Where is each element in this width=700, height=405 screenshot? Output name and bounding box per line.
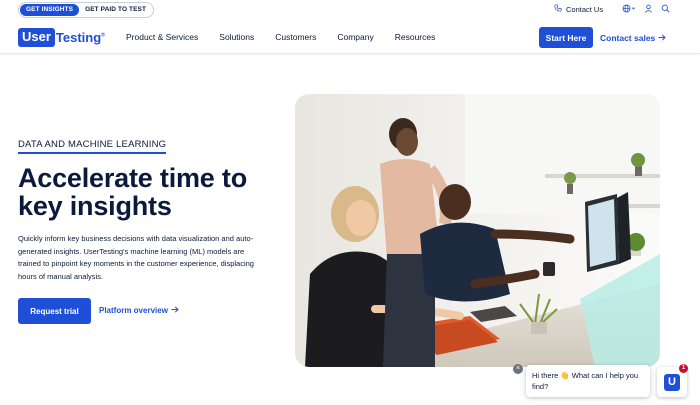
logo-wordmark: Testing® — [56, 30, 105, 45]
nav-item-product-services[interactable]: Product & Services — [126, 32, 198, 42]
hero-headline: Accelerate time to key insights — [18, 163, 247, 221]
registered-mark: ® — [101, 32, 105, 39]
search-icon[interactable] — [661, 4, 670, 13]
hero-description: Quickly inform key business decisions wi… — [18, 234, 254, 281]
chat-close-icon[interactable]: × — [513, 364, 523, 374]
phone-icon — [554, 4, 562, 14]
main-navigation: User Testing® Product & Services Solutio… — [0, 20, 700, 54]
start-here-button[interactable]: Start Here — [539, 27, 593, 48]
logo-box-text: User — [18, 27, 55, 47]
arrow-right-icon — [658, 33, 667, 43]
arrow-right-icon — [171, 306, 179, 315]
chat-logo-icon: U — [664, 373, 680, 391]
platform-overview-label: Platform overview — [99, 306, 168, 315]
chat-notification-badge: 1 — [679, 364, 688, 373]
nav-menu: Product & Services Solutions Customers C… — [126, 32, 456, 42]
globe-icon[interactable] — [622, 4, 636, 13]
hero-photo-team-at-computer — [295, 94, 660, 367]
platform-overview-link[interactable]: Platform overview — [99, 306, 179, 315]
nav-item-resources[interactable]: Resources — [395, 32, 436, 42]
nav-item-solutions[interactable]: Solutions — [219, 32, 254, 42]
logo-wordmark-text: Testing — [55, 29, 102, 45]
utility-bar: GET INSIGHTS GET PAID TO TEST Contact Us — [0, 0, 700, 20]
request-trial-button[interactable]: Request trial — [18, 298, 91, 324]
nav-item-company[interactable]: Company — [337, 32, 373, 42]
toggle-get-paid-to-test[interactable]: GET PAID TO TEST — [79, 4, 152, 16]
user-icon[interactable] — [644, 4, 653, 13]
contact-us-link[interactable]: Contact Us — [554, 4, 603, 14]
contact-sales-link[interactable]: Contact sales — [600, 33, 667, 43]
hero-eyebrow: DATA AND MACHINE LEARNING — [18, 139, 167, 154]
audience-toggle[interactable]: GET INSIGHTS GET PAID TO TEST — [18, 2, 155, 18]
contact-us-label: Contact Us — [566, 4, 604, 14]
nav-item-customers[interactable]: Customers — [275, 32, 316, 42]
chat-greeting-bubble[interactable]: Hi there 👋 What can I help you find? — [526, 365, 650, 397]
usertesting-logo[interactable]: User Testing® — [18, 26, 105, 48]
contact-sales-label: Contact sales — [600, 33, 656, 43]
toggle-get-insights[interactable]: GET INSIGHTS — [20, 4, 80, 16]
utility-icons — [622, 4, 670, 13]
